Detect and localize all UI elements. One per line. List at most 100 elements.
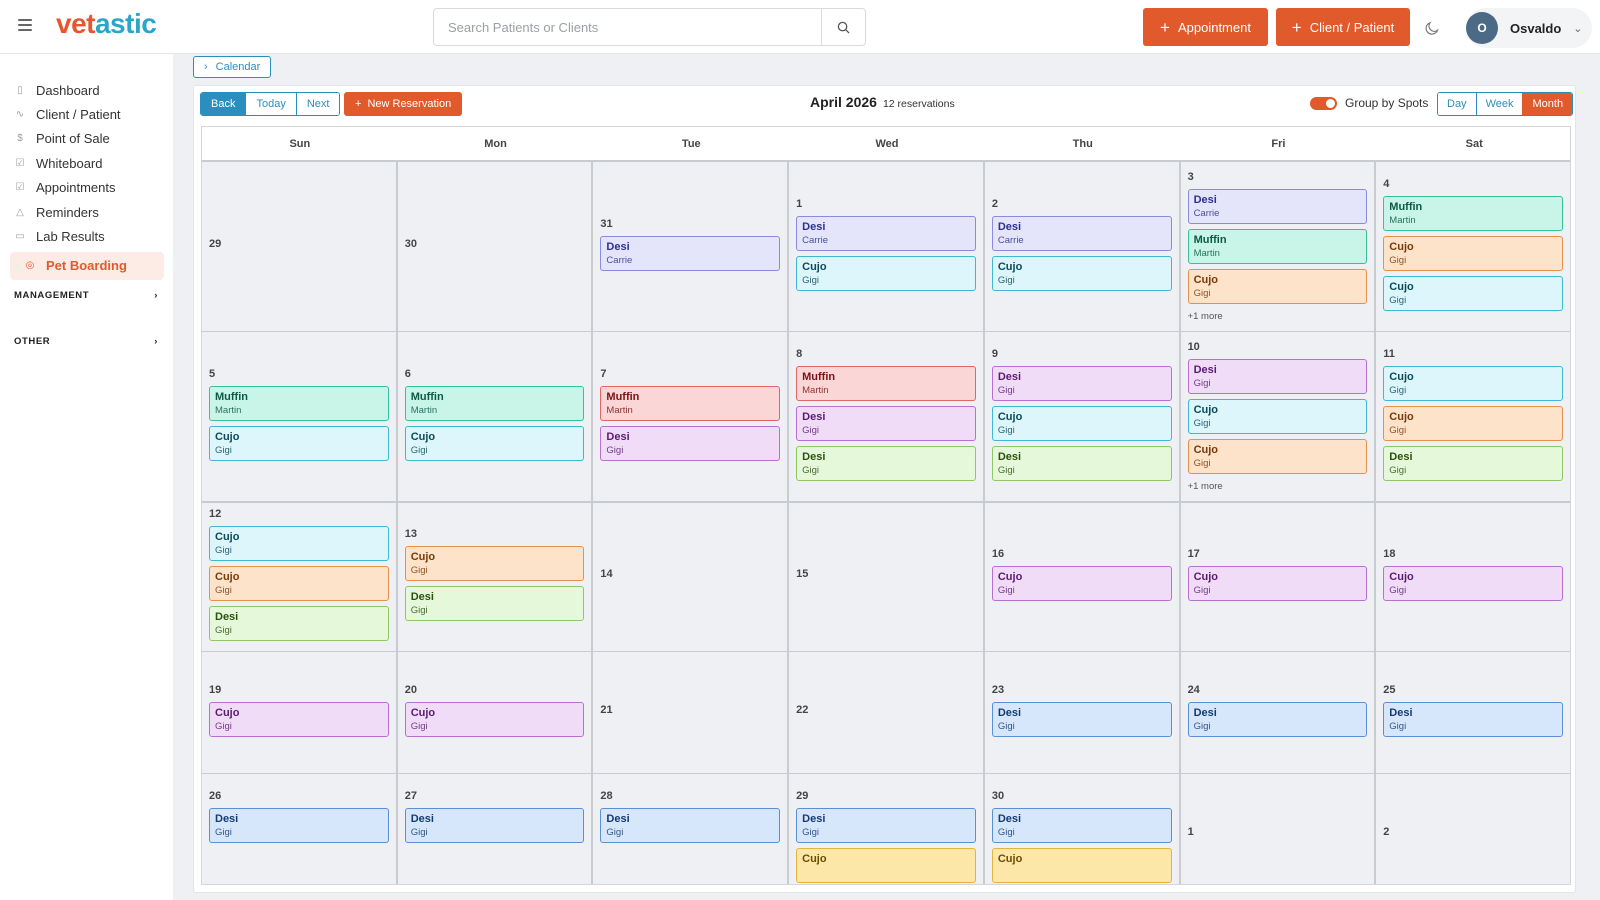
sidebar-item-dashboard[interactable]: ▯ Dashboard <box>10 78 164 102</box>
calendar-day-cell[interactable]: 4 Muffin Martin Cujo Gigi Cujo Gigi <box>1376 162 1570 333</box>
reservation-event[interactable]: Desi Gigi <box>1383 701 1563 737</box>
reservation-event[interactable]: Desi Carrie <box>991 215 1172 251</box>
calendar-day-cell[interactable]: 14 <box>593 503 790 653</box>
calendar-day-cell[interactable]: 22 <box>789 652 985 775</box>
calendar-day-cell[interactable]: 16 Cujo Gigi <box>984 503 1181 653</box>
calendar-day-cell[interactable]: 2 Desi Carrie Cujo Gigi <box>984 162 1181 333</box>
reservation-event[interactable]: Desi Gigi <box>991 701 1172 737</box>
sidebar-item-pet-boarding[interactable]: ◎ Pet Boarding <box>10 251 164 280</box>
calendar-day-cell[interactable]: 7 Muffin Martin Desi Gigi <box>593 332 790 503</box>
calendar-day-cell[interactable]: 26 Desi Gigi <box>202 774 398 884</box>
reservation-event[interactable]: Muffin Martin <box>1383 195 1563 231</box>
more-events-link[interactable]: +1 more <box>1188 311 1368 322</box>
calendar-day-cell[interactable]: 3 Desi Carrie Muffin Martin Cujo Gigi +1 more <box>1180 162 1377 333</box>
reservation-event[interactable]: Desi Carrie <box>1187 189 1368 224</box>
week-view-button[interactable]: Week <box>1475 93 1523 115</box>
reservation-event[interactable]: Desi Carrie <box>796 215 976 251</box>
calendar-day-cell[interactable]: 23 Desi Gigi <box>984 652 1181 775</box>
reservation-event[interactable]: Cujo Gigi <box>209 526 389 561</box>
sidebar-item-point-of-sale[interactable]: $ Point of Sale <box>10 127 164 151</box>
back-button[interactable]: Back <box>201 93 246 115</box>
calendar-day-cell[interactable]: 31 Desi Carrie <box>593 162 790 333</box>
calendar-day-cell[interactable]: 1 <box>1180 774 1377 884</box>
reservation-event[interactable]: Cujo Gigi <box>991 405 1172 441</box>
reservation-event[interactable]: Cujo <box>796 848 976 883</box>
reservation-event[interactable]: Cujo Gigi <box>1383 235 1563 271</box>
calendar-day-cell[interactable]: 30 Desi Gigi Cujo <box>984 774 1181 884</box>
reservation-event[interactable]: Desi Gigi <box>991 365 1172 401</box>
next-button[interactable]: Next <box>295 93 340 115</box>
toggle-switch[interactable] <box>1310 96 1337 110</box>
reservation-event[interactable]: Cujo Gigi <box>1187 439 1368 474</box>
reservation-event[interactable]: Desi Gigi <box>991 808 1172 843</box>
reservation-event[interactable]: Cujo Gigi <box>1383 405 1563 441</box>
reservation-event[interactable]: Cujo Gigi <box>796 255 976 291</box>
reservation-event[interactable]: Cujo Gigi <box>1187 399 1368 434</box>
calendar-day-cell[interactable]: 1 Desi Carrie Cujo Gigi <box>789 162 985 333</box>
reservation-event[interactable]: Cujo <box>991 848 1172 883</box>
reservation-event[interactable]: Desi Gigi <box>600 425 781 461</box>
reservation-event[interactable]: Desi Gigi <box>209 808 389 843</box>
calendar-day-cell[interactable]: 9 Desi Gigi Cujo Gigi Desi Gigi <box>984 332 1181 503</box>
group-by-spots-toggle[interactable]: Group by Spots <box>1310 96 1428 110</box>
calendar-day-cell[interactable]: 6 Muffin Martin Cujo Gigi <box>397 332 594 503</box>
calendar-day-cell[interactable]: 20 Cujo Gigi <box>397 652 594 775</box>
search-button[interactable] <box>821 9 865 45</box>
reservation-event[interactable]: Desi Gigi <box>404 586 585 621</box>
calendar-day-cell[interactable]: 17 Cujo Gigi <box>1180 503 1377 653</box>
today-button[interactable]: Today <box>245 93 296 115</box>
sidebar-item-whiteboard[interactable]: ☑ Whiteboard <box>10 151 164 175</box>
reservation-event[interactable]: Desi Carrie <box>600 235 781 271</box>
reservation-event[interactable]: Cujo Gigi <box>1187 566 1368 601</box>
calendar-day-cell[interactable]: 30 <box>397 162 594 333</box>
reservation-event[interactable]: Cujo Gigi <box>1383 365 1563 401</box>
calendar-day-cell[interactable]: 10 Desi Gigi Cujo Gigi Cujo Gigi +1 more <box>1180 332 1377 503</box>
reservation-event[interactable]: Cujo Gigi <box>404 425 585 461</box>
sidebar-section-management[interactable]: MANAGEMENT › <box>14 290 158 301</box>
reservation-event[interactable]: Cujo Gigi <box>1383 566 1563 601</box>
reservation-event[interactable]: Cujo Gigi <box>404 546 585 581</box>
dark-mode-moon-icon[interactable] <box>1424 18 1442 36</box>
calendar-day-cell[interactable]: 24 Desi Gigi <box>1180 652 1377 775</box>
search-input[interactable] <box>434 9 821 45</box>
reservation-event[interactable]: Desi Gigi <box>796 808 976 843</box>
reservation-event[interactable]: Cujo Gigi <box>1187 269 1368 304</box>
calendar-day-cell[interactable]: 27 Desi Gigi <box>397 774 594 884</box>
reservation-event[interactable]: Cujo Gigi <box>209 566 389 601</box>
reservation-event[interactable]: Desi Gigi <box>1187 701 1368 737</box>
reservation-event[interactable]: Desi Gigi <box>600 808 781 843</box>
calendar-day-cell[interactable]: 5 Muffin Martin Cujo Gigi <box>202 332 398 503</box>
reservation-event[interactable]: Desi Gigi <box>209 606 389 641</box>
reservation-event[interactable]: Cujo Gigi <box>991 255 1172 291</box>
brand-logo[interactable]: vetastic <box>56 8 157 40</box>
day-view-button[interactable]: Day <box>1438 93 1476 115</box>
sidebar-item-lab-results[interactable]: ▭ Lab Results <box>10 224 164 248</box>
reservation-event[interactable]: Desi Gigi <box>796 405 976 441</box>
add-client-patient-button[interactable]: + Client / Patient <box>1276 8 1410 46</box>
reservation-event[interactable]: Muffin Martin <box>600 385 781 421</box>
reservation-event[interactable]: Muffin Martin <box>404 385 585 421</box>
calendar-day-cell[interactable]: 28 Desi Gigi <box>593 774 790 884</box>
month-view-button[interactable]: Month <box>1522 93 1573 115</box>
sidebar-item-reminders[interactable]: △ Reminders <box>10 200 164 224</box>
reservation-event[interactable]: Desi Gigi <box>796 445 976 481</box>
reservation-event[interactable]: Cujo Gigi <box>991 566 1172 601</box>
reservation-event[interactable]: Cujo Gigi <box>209 701 389 737</box>
reservation-event[interactable]: Desi Gigi <box>1187 359 1368 394</box>
reservation-event[interactable]: Muffin Martin <box>796 365 976 401</box>
add-appointment-button[interactable]: + Appointment <box>1143 8 1268 46</box>
reservation-event[interactable]: Cujo Gigi <box>209 425 389 461</box>
reservation-event[interactable]: Desi Gigi <box>991 445 1172 481</box>
reservation-event[interactable]: Cujo Gigi <box>404 701 585 737</box>
calendar-day-cell[interactable]: 12 Cujo Gigi Cujo Gigi Desi Gigi <box>202 503 398 653</box>
calendar-day-cell[interactable]: 11 Cujo Gigi Cujo Gigi Desi Gigi <box>1376 332 1570 503</box>
sidebar-section-other[interactable]: OTHER › <box>14 336 158 347</box>
calendar-day-cell[interactable]: 29 Desi Gigi Cujo <box>789 774 985 884</box>
sidebar-item-client-patient[interactable]: ∿ Client / Patient <box>10 102 164 126</box>
calendar-day-cell[interactable]: 25 Desi Gigi <box>1376 652 1570 775</box>
calendar-day-cell[interactable]: 8 Muffin Martin Desi Gigi Desi Gigi <box>789 332 985 503</box>
user-menu[interactable]: O Osvaldo ⌄ <box>1466 8 1592 48</box>
reservation-event[interactable]: Muffin Martin <box>209 385 389 421</box>
reservation-event[interactable]: Desi Gigi <box>404 808 585 843</box>
menu-icon[interactable] <box>18 19 32 31</box>
